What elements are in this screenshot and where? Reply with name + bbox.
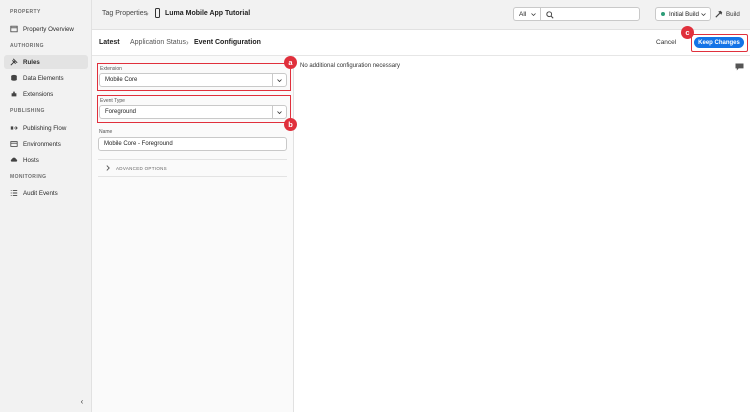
name-label: Name bbox=[99, 129, 113, 135]
event-type-label: Event Type bbox=[100, 98, 125, 104]
sidebar-item-label: Hosts bbox=[23, 156, 39, 164]
callout-badge-b: b bbox=[284, 118, 297, 131]
sidebar-item-property-overview[interactable]: Property Overview bbox=[4, 22, 88, 36]
publishing-flow-icon bbox=[10, 124, 18, 132]
data-elements-icon bbox=[10, 74, 18, 82]
chevron-down-icon bbox=[277, 110, 282, 114]
callout-badge-c: c bbox=[681, 26, 694, 39]
configuration-panel: No additional configuration necessary bbox=[294, 56, 750, 412]
comment-icon[interactable] bbox=[735, 63, 744, 71]
environments-icon bbox=[10, 140, 18, 148]
sidebar-section-publishing: PUBLISHING bbox=[10, 108, 45, 114]
filter-select-value: All bbox=[519, 10, 527, 18]
sidebar-section-property: PROPERTY bbox=[10, 9, 41, 15]
event-type-picker[interactable]: Foreground bbox=[99, 105, 287, 119]
build-button[interactable]: Build bbox=[715, 7, 743, 21]
extension-picker[interactable]: Mobile Core bbox=[99, 73, 287, 87]
breadcrumb-tag-properties[interactable]: Tag Properties bbox=[102, 10, 147, 17]
breadcrumb-separator: › bbox=[146, 9, 149, 18]
keep-changes-button[interactable]: Keep Changes bbox=[694, 37, 744, 48]
chevron-down-icon bbox=[277, 78, 282, 82]
breadcrumb-property: Luma Mobile App Tutorial bbox=[165, 10, 251, 17]
sidebar-item-label: Publishing Flow bbox=[23, 124, 67, 132]
sidebar-item-label: Data Elements bbox=[23, 74, 64, 82]
sidebar-item-environments[interactable]: Environments bbox=[4, 137, 88, 151]
audit-events-icon bbox=[10, 189, 18, 197]
sidebar-item-label: Property Overview bbox=[23, 25, 74, 33]
search-input[interactable] bbox=[557, 9, 637, 19]
library-select-value: Initial Build bbox=[669, 10, 699, 18]
breadcrumb-separator: › bbox=[186, 38, 189, 47]
sidebar-item-label: Audit Events bbox=[23, 189, 58, 197]
event-type-picker-value: Foreground bbox=[105, 109, 137, 115]
sidebar-item-hosts[interactable]: Hosts bbox=[4, 153, 88, 167]
chevron-down-icon bbox=[531, 13, 536, 17]
extension-picker-toggle[interactable] bbox=[272, 74, 286, 86]
filter-select[interactable]: All bbox=[513, 7, 540, 21]
chevron-right-icon bbox=[106, 165, 110, 171]
advanced-options-label: ADVANCED OPTIONS bbox=[116, 165, 167, 171]
no-config-message: No additional configuration necessary bbox=[300, 63, 401, 69]
sidebar-section-monitoring: MONITORING bbox=[10, 174, 47, 180]
sidebar-item-audit-events[interactable]: Audit Events bbox=[4, 186, 88, 200]
rules-icon bbox=[10, 58, 18, 66]
name-field[interactable]: Mobile Core - Foreground bbox=[98, 137, 287, 151]
extensions-icon bbox=[10, 90, 18, 98]
callout-badge-a: a bbox=[284, 56, 297, 69]
hosts-icon bbox=[10, 156, 18, 164]
extension-picker-value: Mobile Core bbox=[105, 77, 138, 83]
cancel-button[interactable]: Cancel bbox=[656, 39, 676, 46]
chevron-down-icon bbox=[701, 13, 706, 17]
sidebar-item-data-elements[interactable]: Data Elements bbox=[4, 71, 88, 85]
sidebar: PROPERTY Property Overview AUTHORING Rul… bbox=[0, 0, 92, 412]
extension-label: Extension bbox=[100, 66, 122, 72]
callout-box-c: Keep Changes bbox=[691, 34, 748, 52]
advanced-options-toggle[interactable]: ADVANCED OPTIONS bbox=[98, 159, 287, 177]
sidebar-item-label: Environments bbox=[23, 140, 61, 148]
callout-box-a: Extension Mobile Core bbox=[97, 63, 291, 91]
top-bar: Tag Properties › Luma Mobile App Tutoria… bbox=[92, 0, 750, 30]
status-dot-icon bbox=[661, 12, 665, 16]
hammer-icon bbox=[715, 10, 723, 18]
sidebar-item-label: Extensions bbox=[23, 90, 54, 98]
sidebar-item-label: Rules bbox=[23, 58, 40, 66]
mobile-phone-icon bbox=[155, 8, 160, 18]
event-config-form: Extension Mobile Core Event Type Foregro… bbox=[92, 56, 294, 412]
latest-label: Latest bbox=[99, 39, 120, 46]
breadcrumb-application-status[interactable]: Application Status bbox=[130, 39, 186, 46]
sidebar-item-rules[interactable]: Rules bbox=[4, 55, 88, 69]
sidebar-item-extensions[interactable]: Extensions bbox=[4, 87, 88, 101]
event-type-picker-toggle[interactable] bbox=[272, 106, 286, 118]
page-header: Latest Application Status › Event Config… bbox=[92, 30, 750, 56]
library-select[interactable]: Initial Build bbox=[655, 7, 711, 21]
name-field-value: Mobile Core - Foreground bbox=[104, 141, 173, 147]
property-overview-icon bbox=[10, 25, 18, 33]
build-button-label: Build bbox=[726, 10, 740, 18]
search-field[interactable] bbox=[540, 7, 640, 21]
sidebar-item-publishing-flow[interactable]: Publishing Flow bbox=[4, 121, 88, 135]
search-icon bbox=[546, 11, 554, 19]
callout-box-b: Event Type Foreground bbox=[97, 95, 291, 123]
page-title: Event Configuration bbox=[194, 39, 261, 46]
sidebar-section-authoring: AUTHORING bbox=[10, 43, 44, 49]
collapse-sidebar-icon[interactable]: ‹ bbox=[77, 396, 87, 406]
